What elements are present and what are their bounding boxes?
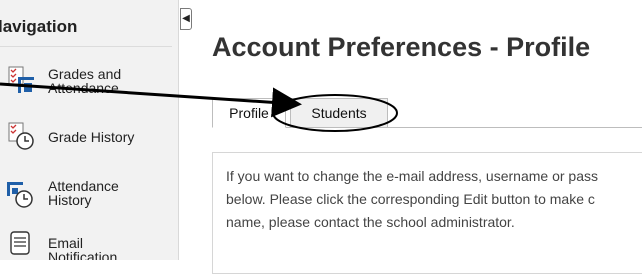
instruction-line: below. Please click the corresponding Ed… [226,191,595,207]
navigation-sidebar: lavigation Grades and Attendance Grade H… [0,0,179,260]
sidebar-item-label: Grade History [48,129,135,145]
sidebar-item-label: History [48,192,92,208]
sidebar-item-grade-history[interactable]: Grade History [0,118,178,154]
sidebar-collapse-button[interactable]: ◀ [180,8,192,30]
tab-profile[interactable]: Profile [212,98,286,128]
sidebar-item-label: Notification [48,249,118,260]
sidebar-item-grades-and-attendance[interactable]: Grades and Attendance [0,60,178,100]
profile-instructions: If you want to change the e-mail address… [226,165,642,234]
sidebar-item-label: Attendance [48,178,119,194]
grade-history-icon [6,121,36,151]
sidebar-divider [0,46,172,47]
instruction-line: name, please contact the school administ… [226,214,515,230]
page-title: Account Preferences - Profile [212,32,591,62]
email-notification-icon [6,228,36,258]
attendance-history-icon [6,179,36,209]
sidebar-item-label: Grades and [48,66,122,82]
sidebar-item-attendance-history[interactable]: Attendance History [0,176,178,214]
sidebar-item-label: Email [48,235,84,251]
sidebar-title: lavigation [0,17,78,36]
sidebar-item-label: Attendance [48,80,119,96]
tab-students[interactable]: Students [290,98,388,127]
sidebar-item-email-notification[interactable]: Email Notification [0,226,178,260]
instruction-line: If you want to change the e-mail address… [226,168,598,184]
grades-attendance-icon [6,65,36,95]
